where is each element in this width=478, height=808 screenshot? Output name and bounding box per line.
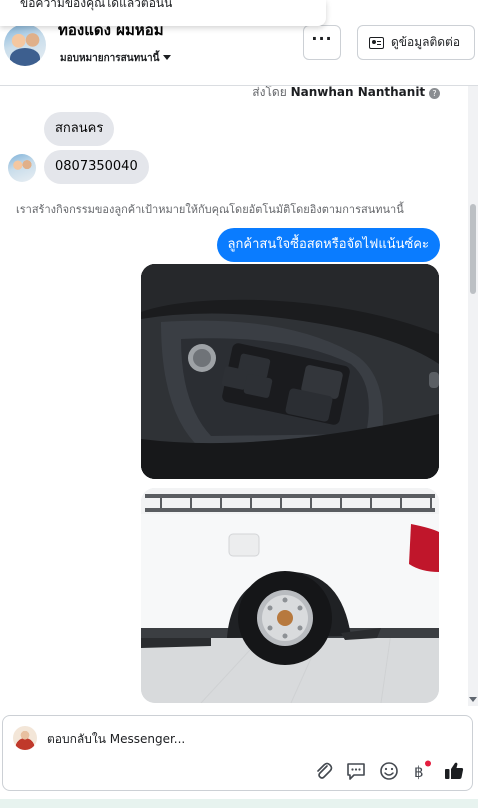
- view-contact-info-label: ดูข้อมูลติดต่อ: [391, 35, 461, 49]
- baht-icon[interactable]: ฿: [409, 760, 431, 782]
- notification-toast: ข้อความของคุณได้แล้วตอนนี้: [0, 0, 326, 26]
- scroll-down-arrow[interactable]: [469, 697, 477, 702]
- smile-icon[interactable]: [378, 760, 400, 782]
- assign-conversation-dropdown[interactable]: มอบหมายการสนทนานี้: [60, 51, 172, 66]
- contact-card-icon: [369, 36, 384, 49]
- message-bubble-icon[interactable]: [345, 760, 367, 782]
- reply-composer: ฿: [2, 715, 473, 791]
- sender-avatar[interactable]: [8, 154, 36, 182]
- page-avatar: [13, 726, 37, 750]
- contact-avatar[interactable]: [4, 24, 46, 66]
- thumbs-up-icon[interactable]: [443, 760, 465, 782]
- sent-by-label: ส่งโดย Nanwhan Nanthanit ?: [252, 86, 440, 102]
- caret-down-icon: [163, 55, 172, 60]
- paperclip-icon[interactable]: [313, 760, 335, 782]
- incoming-message[interactable]: สกลนคร: [44, 112, 115, 146]
- info-icon[interactable]: ?: [429, 88, 440, 99]
- system-note: เราสร้างกิจกรรมของลูกค้าเป้าหมายให้กับคุ…: [16, 203, 404, 216]
- outgoing-message[interactable]: ลูกค้าสนใจซื้อสดหรือจัดไฟแน้นซ์คะ: [216, 228, 440, 262]
- view-contact-info-button[interactable]: ดูข้อมูลติดต่อ: [357, 25, 475, 60]
- reply-input[interactable]: [47, 729, 427, 749]
- scroll-thumb[interactable]: [470, 204, 476, 294]
- assign-label: มอบหมายการสนทนานี้: [60, 53, 160, 64]
- photo-attachment[interactable]: [141, 488, 439, 703]
- truck-wheel-image: [141, 488, 439, 703]
- svg-text:฿: ฿: [414, 763, 424, 781]
- photo-attachment[interactable]: [141, 264, 439, 479]
- sent-by-name: Nanwhan Nanthanit: [290, 86, 426, 99]
- footer-strip: [0, 799, 478, 808]
- incoming-message[interactable]: 0807350040: [44, 150, 149, 184]
- message-thread[interactable]: ส่งโดย Nanwhan Nanthanit ? สกลนคร 080735…: [0, 86, 478, 706]
- door-switch-image: [141, 264, 439, 479]
- toast-text: ข้อความของคุณได้แล้วตอนนี้: [20, 0, 173, 10]
- more-options-button[interactable]: ···: [303, 25, 341, 60]
- thread-scrollbar[interactable]: [468, 86, 478, 706]
- sent-by-prefix: ส่งโดย: [252, 86, 287, 99]
